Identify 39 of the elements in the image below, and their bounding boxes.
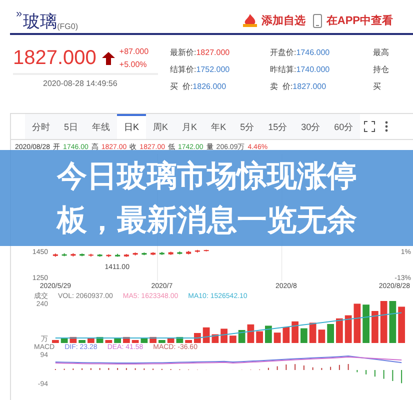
chart-tab[interactable]: 年K: [204, 114, 234, 139]
field-label: 最新价:: [170, 47, 196, 59]
field-value: 1752.000: [196, 64, 230, 76]
field-value: 1740.000: [296, 64, 330, 76]
chart-tab[interactable]: 分时: [25, 114, 57, 139]
last-price: 1827.000: [13, 48, 96, 68]
chart-tab[interactable]: 5分: [233, 114, 262, 139]
field-label: 结算价:: [170, 64, 196, 76]
headline-text: 今日玻璃市场惊现涨停板，最新消息一览无余: [57, 159, 358, 239]
field-value: 1827.000: [196, 47, 230, 59]
symbol-code: (FG0): [57, 23, 78, 31]
chart-tab[interactable]: 年线: [85, 114, 118, 139]
favorite-button[interactable]: 添加自选: [243, 12, 306, 29]
flame-icon: [243, 14, 258, 28]
field-value: 1826.000: [192, 81, 226, 93]
field-label: 卖 价:: [270, 81, 293, 93]
field-label: 最高: [373, 47, 389, 59]
fullscreen-icon[interactable]: [364, 121, 376, 132]
field-label: 买 价:: [170, 81, 193, 93]
title-mark: »: [16, 6, 22, 22]
more-icon[interactable]: [385, 121, 388, 132]
field-value: 1827.000: [292, 81, 326, 93]
field-label: 买: [373, 81, 381, 93]
app-button[interactable]: 在APP中查看: [313, 12, 393, 29]
chart-tab[interactable]: 5日: [57, 114, 86, 139]
chart-tab[interactable]: 30分: [294, 114, 328, 139]
quote-time: 2020-08-28 14:49:56: [42, 78, 118, 90]
chart-tab[interactable]: 60分: [327, 114, 360, 139]
chart-tab[interactable]: 周K: [146, 114, 176, 139]
field-value: 1746.000: [296, 47, 330, 59]
field-label: 持仓: [373, 64, 389, 76]
percent-change: +5.00%: [119, 59, 148, 71]
field-label: 昨结算:: [270, 64, 296, 76]
field-label: 开盘价:: [270, 47, 296, 59]
chart-tab[interactable]: 月K: [175, 114, 204, 139]
chart-tab[interactable]: 15分: [261, 114, 294, 139]
page-title: 玻璃: [23, 13, 58, 30]
price-change: +87.000: [119, 46, 149, 58]
phone-icon: [313, 14, 322, 28]
